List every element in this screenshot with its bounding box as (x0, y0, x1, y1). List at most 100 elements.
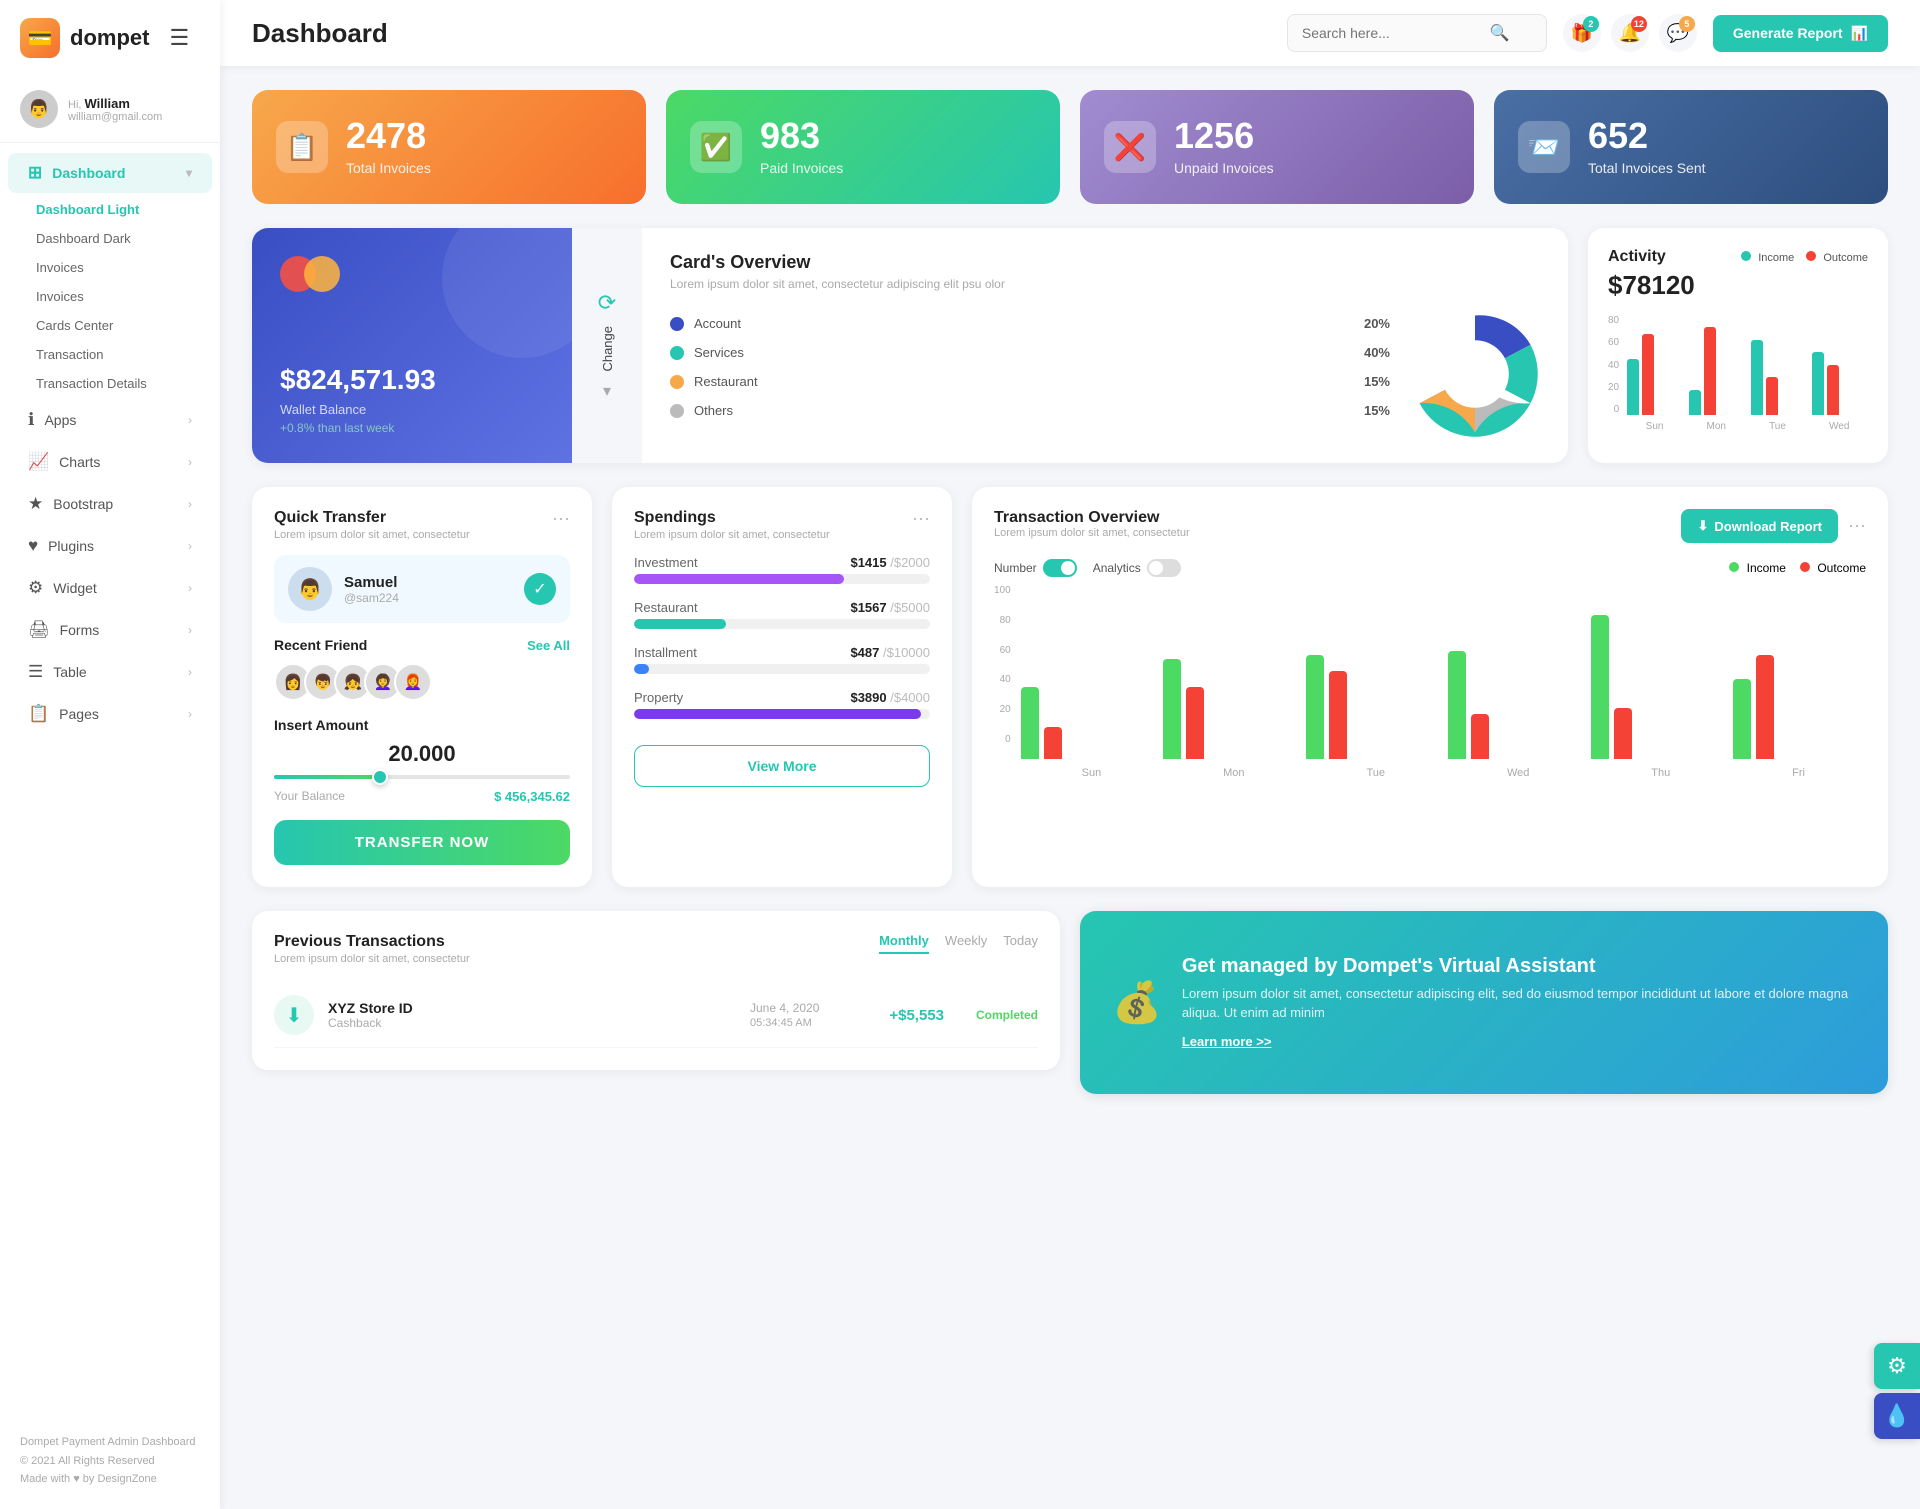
legend-label-restaurant: Restaurant (694, 374, 1354, 389)
footer-line3: Made with ♥ by DesignZone (20, 1470, 200, 1489)
spending-restaurant-fill (634, 619, 726, 629)
spending-restaurant-bar (634, 619, 930, 629)
message-btn[interactable]: 💬 5 (1659, 14, 1697, 52)
to-bar-outcome-fri (1756, 655, 1774, 759)
logo-icon: 💳 (20, 18, 60, 58)
sidebar-item-charts[interactable]: 📈 Charts › (8, 442, 212, 482)
bar-group-sun (1627, 334, 1683, 415)
spending-property-fill (634, 709, 921, 719)
gift-badge: 2 (1583, 16, 1599, 32)
spendings-dots[interactable]: ⋯ (912, 509, 930, 530)
overview-chart-row: Account 20% Services 40% Restaurant (670, 309, 1540, 439)
amount-display: 20.000 (274, 741, 570, 767)
number-toggle[interactable] (1043, 559, 1077, 577)
to-bar-income-thu (1591, 615, 1609, 759)
spendings-title: Spendings (634, 509, 830, 527)
activity-card: Activity Income Outcome $78120 (1588, 228, 1888, 463)
to-dots[interactable]: ⋯ (1848, 516, 1866, 537)
notification-btn[interactable]: 🔔 12 (1611, 14, 1649, 52)
gift-btn[interactable]: 🎁 2 (1563, 14, 1601, 52)
float-drop-button[interactable]: 💧 (1874, 1393, 1920, 1439)
transaction-overview-card: Transaction Overview Lorem ipsum dolor s… (972, 487, 1888, 887)
balance-amount: $ 456,345.62 (494, 789, 570, 804)
selected-friend[interactable]: 👨 Samuel @sam224 ✓ (274, 555, 570, 623)
sidebar-item-forms[interactable]: 🖨 Forms › (8, 610, 212, 650)
pt-tab-weekly[interactable]: Weekly (945, 933, 987, 954)
sidebar-item-apps[interactable]: ℹ Apps › (8, 400, 212, 440)
to-bar-labels: SunMonTueWedThuFri (1021, 767, 1866, 779)
sidebar-item-plugins[interactable]: ♥ Plugins › (8, 526, 212, 566)
change-btn-col[interactable]: ⟳ Change ▾ (572, 228, 642, 463)
to-bar-income-mon (1163, 659, 1181, 759)
legend-pct-others: 15% (1364, 403, 1390, 418)
spending-investment-header: Investment $1415 /$2000 (634, 555, 930, 570)
to-header: Transaction Overview Lorem ipsum dolor s… (994, 509, 1866, 551)
sidebar-item-pages[interactable]: 📋 Pages › (8, 694, 212, 734)
sidebar-item-transaction[interactable]: Transaction (36, 340, 220, 369)
pt-tabs: Monthly Weekly Today (879, 933, 1038, 954)
bar-income-mon (1689, 390, 1701, 415)
pt-tab-monthly[interactable]: Monthly (879, 933, 929, 954)
spending-installment-label: Installment (634, 645, 697, 660)
generate-report-button[interactable]: Generate Report 📊 (1713, 15, 1888, 52)
stat-card-unpaid: ❌ 1256 Unpaid Invoices (1080, 90, 1474, 204)
friend-thumb-5[interactable]: 👩‍🦰 (394, 663, 432, 701)
tx-icon-xyz: ⬇ (274, 995, 314, 1035)
to-income-legend: Income (1729, 561, 1786, 575)
spending-property-amounts: $3890 /$4000 (850, 690, 930, 705)
to-bar-outcome-sun (1044, 727, 1062, 759)
sidebar-item-widget[interactable]: ⚙ Widget › (8, 568, 212, 608)
notification-badge: 12 (1631, 16, 1647, 32)
sidebar-item-my-wallet[interactable]: Invoices (36, 253, 220, 282)
quick-transfer-dots[interactable]: ⋯ (552, 509, 570, 530)
sidebar-item-cards-center[interactable]: Cards Center (36, 311, 220, 340)
sidebar-item-dashboard[interactable]: ⊞ Dashboard ▾ (8, 153, 212, 193)
search-input[interactable] (1302, 25, 1482, 41)
view-more-button[interactable]: View More (634, 745, 930, 787)
friends-row: 👩 👦 👧 👩‍🦱 👩‍🦰 (274, 663, 570, 701)
bottom-grid: Previous Transactions Lorem ipsum dolor … (252, 911, 1888, 1094)
bar-income-tue (1751, 340, 1763, 415)
download-report-button[interactable]: ⬇ Download Report (1681, 509, 1838, 543)
activity-chart: 806040200 (1608, 315, 1868, 432)
user-email: william@gmail.com (68, 111, 162, 123)
search-bar[interactable]: 🔍 (1287, 14, 1547, 52)
sidebar-item-dashboard-light[interactable]: Dashboard Light (36, 195, 220, 224)
va-learn-more-link[interactable]: Learn more >> (1182, 1034, 1272, 1049)
float-settings-button[interactable]: ⚙ (1874, 1343, 1920, 1389)
sidebar-item-table[interactable]: ☰ Table › (8, 652, 212, 692)
pages-label: Pages (59, 706, 99, 722)
to-income-dot (1729, 562, 1739, 572)
to-legend: Income Outcome (1729, 561, 1866, 575)
stat-cards: 📋 2478 Total Invoices ✅ 983 Paid Invoice… (252, 90, 1888, 204)
sidebar-item-dashboard-dark[interactable]: Dashboard Dark (36, 224, 220, 253)
selected-friend-info: Samuel @sam224 (344, 574, 399, 605)
stat-number-total: 2478 (346, 118, 431, 154)
stat-number-paid: 983 (760, 118, 843, 154)
slider-thumb[interactable] (372, 769, 388, 785)
see-all-link[interactable]: See All (527, 638, 570, 653)
bar-income-sun (1627, 359, 1639, 415)
amount-slider[interactable] (274, 775, 570, 779)
table-label: Table (53, 664, 86, 680)
to-title: Transaction Overview (994, 509, 1190, 527)
spending-installment-bar (634, 664, 930, 674)
spending-installment-header: Installment $487 /$10000 (634, 645, 930, 660)
to-chart: 100806040200 (994, 585, 1866, 779)
va-icon: 💰 (1112, 979, 1162, 1026)
pages-icon: 📋 (28, 704, 49, 724)
stat-info-unpaid: 1256 Unpaid Invoices (1174, 118, 1274, 176)
analytics-toggle[interactable] (1147, 559, 1181, 577)
hamburger-icon[interactable]: ☰ (169, 25, 189, 51)
donut-chart (1410, 309, 1540, 439)
pt-tab-today[interactable]: Today (1003, 933, 1038, 954)
sidebar-item-bootstrap[interactable]: ★ Bootstrap › (8, 484, 212, 524)
sidebar-item-invoices[interactable]: Invoices (36, 282, 220, 311)
analytics-toggle-label: Analytics (1093, 561, 1141, 575)
sidebar-item-transaction-details[interactable]: Transaction Details (36, 369, 220, 398)
spending-investment-amounts: $1415 /$2000 (850, 555, 930, 570)
check-button[interactable]: ✓ (524, 573, 556, 605)
activity-bar-labels: SunMonTueWed (1627, 421, 1868, 432)
transfer-now-button[interactable]: TRANSFER NOW (274, 820, 570, 865)
to-bar-outcome-mon (1186, 687, 1204, 759)
